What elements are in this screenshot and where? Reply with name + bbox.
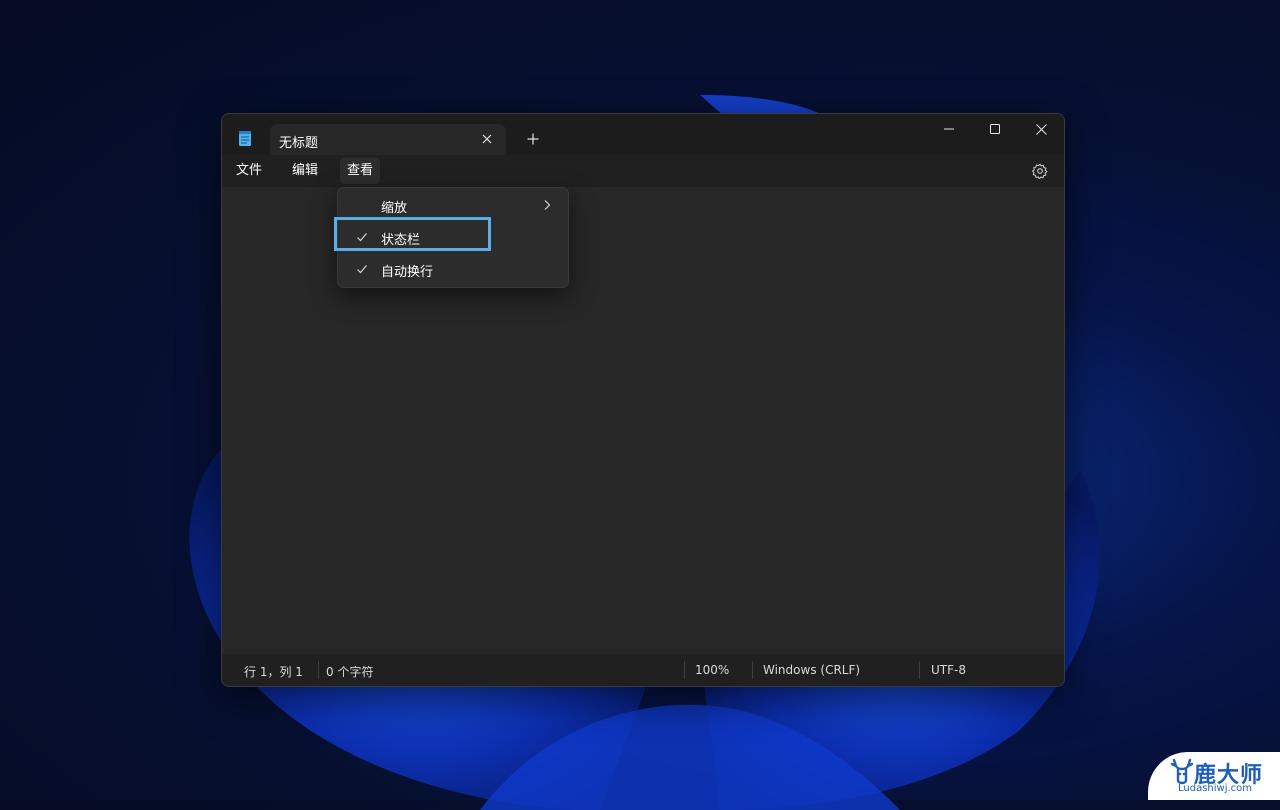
tab-untitled[interactable]: 无标题 (270, 124, 506, 155)
close-icon (482, 134, 492, 144)
status-divider (318, 661, 319, 679)
highlight-box (334, 217, 491, 251)
maximize-icon (990, 124, 1000, 134)
checkmark-icon (357, 265, 367, 274)
maximize-button[interactable] (972, 114, 1018, 144)
gear-icon (1032, 163, 1048, 179)
minimize-icon (944, 128, 954, 130)
char-count: 0 个字符 (326, 665, 374, 679)
menu-item-label: 缩放 (381, 201, 408, 216)
close-window-button[interactable] (1018, 114, 1064, 144)
status-divider (919, 661, 920, 679)
menu-edit[interactable]: 编辑 (285, 158, 325, 184)
title-bar: 无标题 (222, 114, 1064, 155)
zoom-level[interactable]: 100% (695, 663, 729, 677)
watermark-url: Ludashiwj.com (1178, 783, 1253, 794)
tab-close-button[interactable] (477, 129, 497, 149)
plus-icon (527, 133, 539, 145)
notepad-icon (239, 131, 251, 146)
menu-file[interactable]: 文件 (229, 158, 269, 184)
status-bar: 行 1，列 1 0 个字符 100% Windows (CRLF) UTF-8 (222, 654, 1064, 686)
menu-bar: 文件 编辑 查看 (222, 155, 1064, 187)
cursor-position: 行 1，列 1 (244, 665, 303, 679)
new-tab-button[interactable] (522, 128, 544, 150)
status-divider (684, 661, 685, 679)
close-icon (1035, 123, 1047, 135)
encoding[interactable]: UTF-8 (931, 663, 966, 677)
chevron-right-icon (544, 200, 551, 210)
minimize-button[interactable] (926, 114, 972, 144)
line-ending[interactable]: Windows (CRLF) (763, 663, 860, 677)
settings-button[interactable] (1028, 159, 1052, 183)
menu-view[interactable]: 查看 (340, 158, 381, 184)
menu-item-zoom[interactable]: 缩放 (342, 190, 564, 220)
menu-item-label: 自动换行 (381, 265, 434, 280)
status-divider (752, 661, 753, 679)
menu-item-word-wrap[interactable]: 自动换行 (342, 254, 564, 284)
watermark-logo: 鹿大师 Ludashiwj.com (1148, 752, 1280, 800)
tab-title: 无标题 (279, 136, 319, 151)
